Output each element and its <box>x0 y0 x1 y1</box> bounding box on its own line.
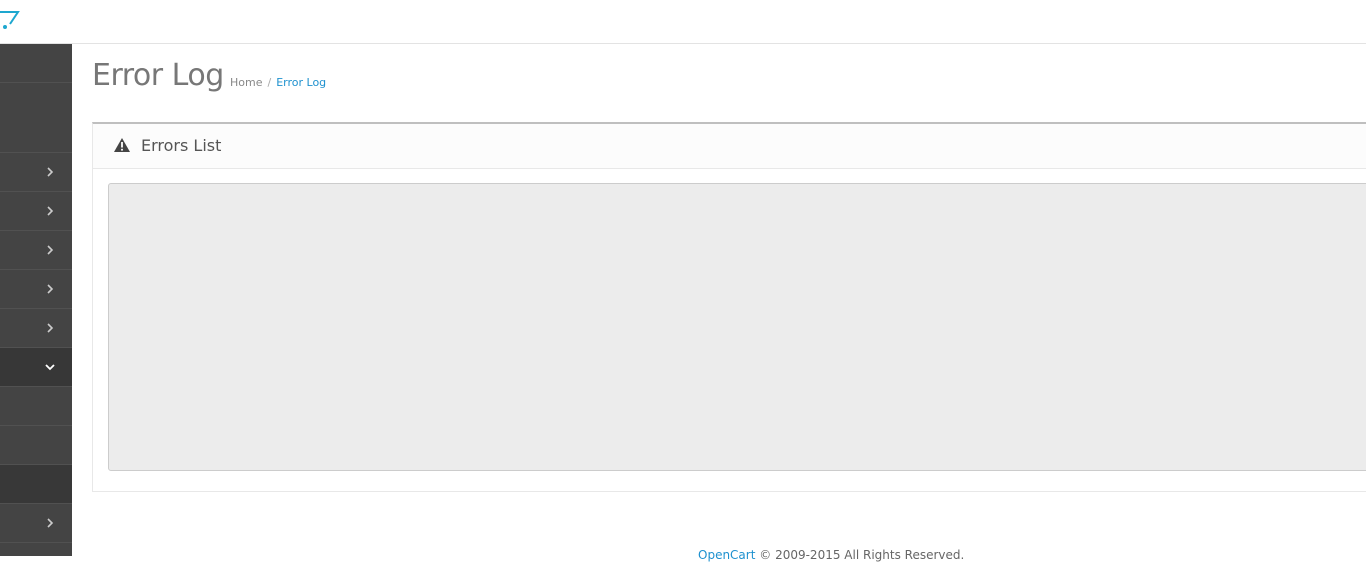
panel-title: Errors List <box>141 136 222 155</box>
main-content: Error Log Home / Error Log Errors List Ope… <box>72 44 1366 562</box>
footer-copyright: © 2009-2015 All Rights Reserved. <box>759 548 965 562</box>
chevron-down-icon <box>45 364 55 371</box>
sidebar-subitem-2[interactable] <box>0 426 72 465</box>
sidebar-menu <box>0 44 72 556</box>
chevron-right-icon <box>47 518 54 528</box>
sidebar-subitem-1[interactable] <box>0 387 72 426</box>
error-log-textarea[interactable] <box>108 183 1366 471</box>
sidebar-item-2[interactable] <box>0 114 72 153</box>
sidebar-item-5[interactable] <box>0 231 72 270</box>
sidebar-item-7[interactable] <box>0 309 72 348</box>
sidebar-item-8[interactable] <box>0 348 72 387</box>
breadcrumb: Home / Error Log <box>230 76 326 89</box>
breadcrumb-separator: / <box>267 76 272 89</box>
footer-opencart-link[interactable]: OpenCart <box>698 548 755 562</box>
panel-heading: Errors List <box>93 124 1366 169</box>
top-header <box>0 0 1366 44</box>
sidebar-item-4[interactable] <box>0 192 72 231</box>
chevron-right-icon <box>47 323 54 333</box>
errors-panel: Errors List <box>92 122 1366 492</box>
page-title: Error Log <box>92 58 224 93</box>
chevron-right-icon <box>47 167 54 177</box>
sidebar-item-6[interactable] <box>0 270 72 309</box>
chevron-right-icon <box>47 206 54 216</box>
sidebar-item-3[interactable] <box>0 153 72 192</box>
cart-logo-icon[interactable] <box>0 8 20 30</box>
chevron-right-icon <box>47 284 54 294</box>
footer: OpenCart © 2009-2015 All Rights Reserved… <box>698 548 964 562</box>
sidebar-item-9[interactable] <box>0 504 72 543</box>
sidebar-item-1[interactable] <box>0 44 72 83</box>
warning-icon <box>114 138 130 152</box>
sidebar-subitem-3[interactable] <box>0 465 72 504</box>
breadcrumb-home-link[interactable]: Home <box>230 76 262 89</box>
chevron-right-icon <box>47 245 54 255</box>
breadcrumb-current-link[interactable]: Error Log <box>276 76 326 89</box>
